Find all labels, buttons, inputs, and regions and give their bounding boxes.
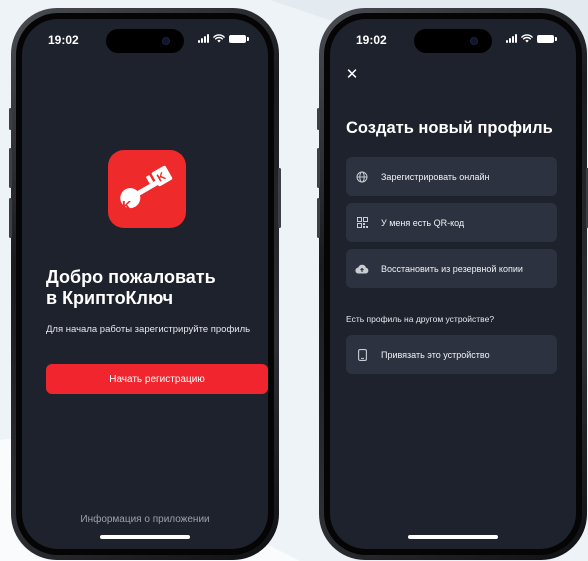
- mute-switch: [317, 108, 320, 130]
- phone-create-profile: 19:02 ✕ Создать новый профиль Зарегистри…: [317, 8, 588, 560]
- key-logo-icon: K K: [120, 165, 173, 213]
- status-time: 19:02: [48, 33, 79, 47]
- battery-icon: [537, 34, 557, 43]
- volume-up-button: [9, 148, 12, 188]
- camera-icon: [162, 37, 170, 45]
- status-icons: [198, 34, 249, 43]
- qr-code-icon: [355, 216, 369, 230]
- volume-up-button: [317, 148, 320, 188]
- power-button: [278, 168, 281, 228]
- svg-text:K: K: [122, 198, 132, 213]
- phone-welcome: 19:02 K K Добро пожаловать в КриптоКлюч …: [9, 8, 281, 560]
- other-device-label: Есть профиль на другом устройстве?: [346, 314, 495, 324]
- welcome-screen: 19:02 K K Добро пожаловать в КриптоКлюч …: [22, 19, 268, 549]
- register-online-option[interactable]: Зарегистрировать онлайн: [346, 157, 557, 196]
- mute-switch: [9, 108, 12, 130]
- link-device-option[interactable]: Привязать это устройство: [346, 335, 557, 374]
- battery-icon: [229, 34, 249, 43]
- welcome-title-line2: в КриптоКлюч: [46, 288, 174, 308]
- dynamic-island: [414, 29, 492, 53]
- wifi-icon: [521, 34, 533, 43]
- welcome-title: Добро пожаловать в КриптоКлюч: [46, 267, 256, 309]
- have-qr-code-option[interactable]: У меня есть QR-код: [346, 203, 557, 242]
- close-button[interactable]: ✕: [344, 67, 360, 83]
- status-icons: [506, 34, 557, 43]
- cloud-upload-icon: [355, 262, 369, 276]
- app-info-link[interactable]: Информация о приложении: [22, 514, 268, 525]
- signal-icon: [198, 34, 209, 43]
- link-device-label: Привязать это устройство: [381, 349, 490, 360]
- volume-down-button: [317, 198, 320, 238]
- restore-backup-label: Восстановить из резервной копии: [381, 263, 523, 274]
- phone-bezel: 19:02 ✕ Создать новый профиль Зарегистри…: [324, 13, 582, 555]
- home-indicator[interactable]: [408, 535, 498, 539]
- start-registration-button[interactable]: Начать регистрацию: [46, 364, 268, 394]
- smartphone-icon: [355, 348, 369, 362]
- dynamic-island: [106, 29, 184, 53]
- phone-bezel: 19:02 K K Добро пожаловать в КриптоКлюч …: [16, 13, 274, 555]
- globe-icon: [355, 170, 369, 184]
- register-online-label: Зарегистрировать онлайн: [381, 171, 490, 182]
- camera-icon: [470, 37, 478, 45]
- create-profile-screen: 19:02 ✕ Создать новый профиль Зарегистри…: [330, 19, 576, 549]
- welcome-subtitle: Для начала работы зарегистрируйте профил…: [46, 324, 251, 335]
- create-profile-title: Создать новый профиль: [346, 119, 553, 137]
- status-time: 19:02: [356, 33, 387, 47]
- wifi-icon: [213, 34, 225, 43]
- home-indicator[interactable]: [100, 535, 190, 539]
- volume-down-button: [9, 198, 12, 238]
- restore-backup-option[interactable]: Восстановить из резервной копии: [346, 249, 557, 288]
- welcome-title-line1: Добро пожаловать: [46, 267, 216, 287]
- app-logo: K K: [108, 150, 186, 228]
- signal-icon: [506, 34, 517, 43]
- have-qr-code-label: У меня есть QR-код: [381, 217, 465, 228]
